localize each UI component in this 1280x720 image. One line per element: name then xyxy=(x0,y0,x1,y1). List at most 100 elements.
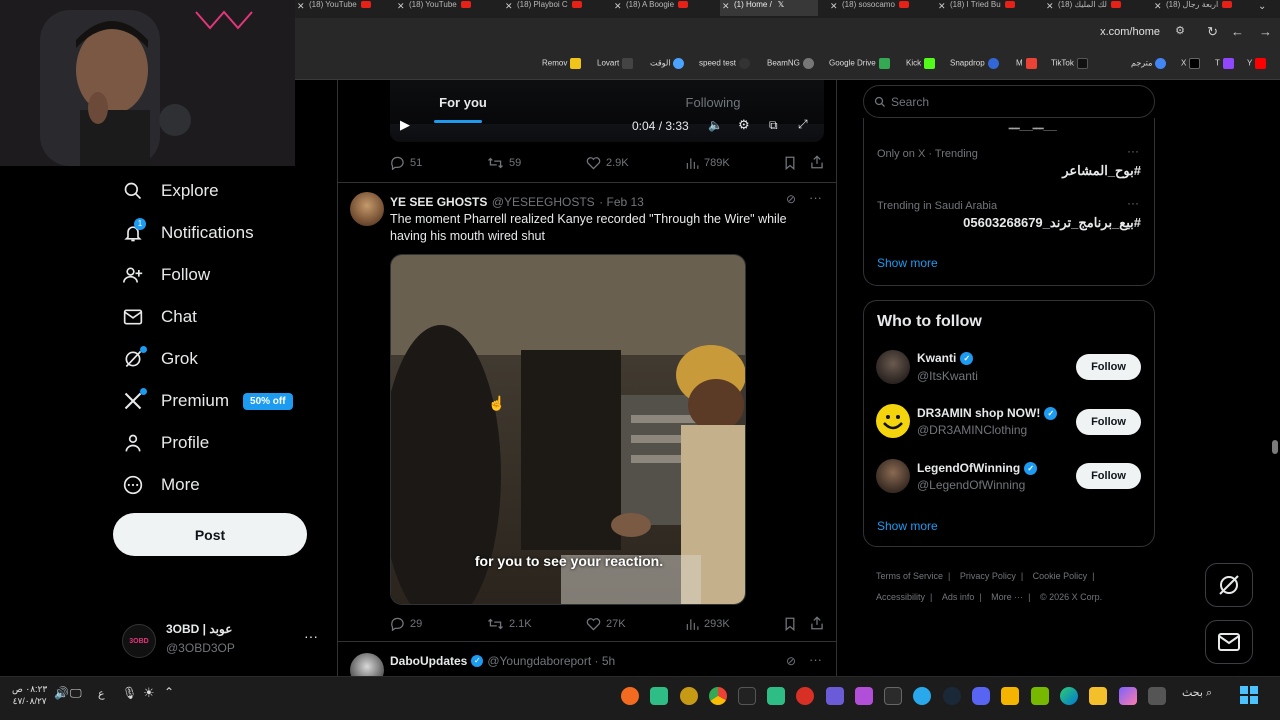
tweet-date[interactable]: Feb 13 xyxy=(606,195,643,209)
app-icon[interactable] xyxy=(855,687,873,705)
follow-button[interactable]: Follow xyxy=(1076,409,1141,435)
avatar[interactable] xyxy=(876,404,910,438)
show-more-link[interactable]: Show more xyxy=(877,256,938,270)
more-dots-icon[interactable]: ··· xyxy=(809,190,822,205)
app-icon[interactable] xyxy=(796,687,814,705)
telegram-icon[interactable] xyxy=(913,687,931,705)
more-dots-icon[interactable]: ··· xyxy=(1127,144,1139,158)
edge-icon[interactable] xyxy=(1060,687,1078,705)
url-text[interactable]: x.com/home xyxy=(1100,26,1160,38)
epic-games-icon[interactable] xyxy=(738,687,756,705)
bookmark-item[interactable]: TikTok xyxy=(1051,58,1088,69)
app-icon[interactable] xyxy=(650,687,668,705)
nav-profile[interactable]: Profile xyxy=(122,428,209,458)
capcut-icon[interactable] xyxy=(884,687,902,705)
avatar[interactable] xyxy=(876,459,910,493)
bookmark-icon[interactable] xyxy=(784,156,801,170)
app-icon[interactable] xyxy=(826,687,844,705)
author-name[interactable]: DaboUpdates xyxy=(390,654,467,668)
settings-gear-icon[interactable]: ⚙ xyxy=(738,117,750,133)
repost-action[interactable]: 2.1K xyxy=(487,617,532,631)
browser-tab[interactable]: ✕ (18) YouTube xyxy=(295,0,385,16)
grok-floating-button[interactable] xyxy=(1205,563,1253,607)
suggested-user-name[interactable]: DR3AMIN shop NOW! ✓ xyxy=(917,406,1058,420)
bookmark-item[interactable]: BeamNG xyxy=(767,58,814,69)
tweet-video[interactable]: for you to see your reaction. xyxy=(390,254,746,605)
store-icon[interactable] xyxy=(1001,687,1019,705)
nav-follow[interactable]: Follow xyxy=(122,260,210,290)
browser-tab[interactable]: ✕ (18) لك المليك xyxy=(1044,0,1142,16)
views-action[interactable]: 789K xyxy=(685,156,730,170)
play-icon[interactable]: ▶ xyxy=(400,117,410,133)
bookmark-item[interactable]: Lovart xyxy=(597,58,634,69)
like-action[interactable]: 27K xyxy=(586,617,626,631)
like-action[interactable]: 2.9K xyxy=(586,156,629,170)
footer-link-privacy[interactable]: Privacy Policy xyxy=(960,571,1016,581)
tweet-date[interactable]: 5h xyxy=(602,654,615,668)
nav-notifications[interactable]: 1 Notifications xyxy=(122,218,254,248)
tray-chevron-up-icon[interactable]: ⌃ xyxy=(164,685,174,699)
search-box[interactable]: Search xyxy=(863,85,1155,118)
close-icon[interactable]: ✕ xyxy=(830,1,838,12)
picture-in-picture-icon[interactable]: ⧉ xyxy=(769,118,778,133)
system-clock[interactable]: ٠٨:٢٣ ص ٤٧/٠٨/٢٧ xyxy=(12,683,47,707)
browser-tab[interactable]: ✕ (18) I Tried Bu xyxy=(936,0,1034,16)
task-view-icon[interactable] xyxy=(1148,687,1166,705)
follow-button[interactable]: Follow xyxy=(1076,354,1141,380)
author-handle[interactable]: @YESEEGHOSTS xyxy=(492,195,595,209)
browser-tab[interactable]: ✕ (18) Playboi C xyxy=(503,0,603,16)
language-indicator[interactable]: ع xyxy=(98,687,105,700)
taskbar-search[interactable]: بحث ⌕ xyxy=(1182,686,1212,700)
browser-tab[interactable]: ✕ (18) YouTube xyxy=(395,0,490,16)
reply-action[interactable]: 51 xyxy=(390,156,422,170)
back-arrow-icon[interactable]: ← xyxy=(1231,24,1244,39)
site-settings-icon[interactable]: ⚙ xyxy=(1175,24,1185,37)
bookmark-item[interactable]: مترجم xyxy=(1131,58,1167,69)
bookmark-item[interactable]: T xyxy=(1215,58,1234,69)
microphone-icon[interactable]: 🎙 xyxy=(122,686,137,700)
close-icon[interactable]: ✕ xyxy=(722,1,730,12)
volume-icon[interactable]: 🔊 xyxy=(54,686,69,700)
share-icon[interactable] xyxy=(810,155,829,169)
tab-list-chevron-icon[interactable]: ⌄ xyxy=(1258,1,1266,12)
network-icon[interactable]: 🖵 xyxy=(70,686,82,701)
follow-button[interactable]: Follow xyxy=(1076,463,1141,489)
grok-explain-icon[interactable]: ⊘ xyxy=(786,654,796,668)
trend-tag[interactable]: #بوح_المشاعر xyxy=(1062,163,1141,179)
more-dots-icon[interactable]: ··· xyxy=(304,628,318,644)
post-button[interactable]: Post xyxy=(113,513,307,556)
volume-icon[interactable]: 🔈 xyxy=(708,118,723,132)
footer-link-ads-info[interactable]: Ads info xyxy=(942,592,975,602)
tab-for-you[interactable]: For you xyxy=(338,80,588,124)
windows-start-icon[interactable] xyxy=(1240,686,1258,704)
copilot-icon[interactable] xyxy=(1119,687,1137,705)
nav-grok[interactable]: Grok xyxy=(122,344,198,374)
footer-link-accessibility[interactable]: Accessibility xyxy=(876,592,925,602)
grok-explain-icon[interactable]: ⊘ xyxy=(786,192,796,206)
close-icon[interactable]: ✕ xyxy=(938,1,946,12)
bookmark-item[interactable]: Y xyxy=(1247,58,1267,69)
bookmark-item[interactable]: M xyxy=(1016,58,1037,69)
close-icon[interactable]: ✕ xyxy=(614,1,622,12)
page-scrollbar-thumb[interactable] xyxy=(1272,440,1278,454)
nav-chat[interactable]: Chat xyxy=(122,302,197,332)
brightness-icon[interactable]: ☀ xyxy=(143,685,155,701)
share-icon[interactable] xyxy=(810,616,829,630)
messages-floating-button[interactable] xyxy=(1205,620,1253,664)
suggested-user-name[interactable]: Kwanti ✓ xyxy=(917,351,974,365)
fullscreen-icon[interactable]: ⤢ xyxy=(798,117,808,132)
author-name[interactable]: YE SEE GHOSTS xyxy=(390,195,487,209)
close-icon[interactable]: ✕ xyxy=(505,1,513,12)
chrome-icon[interactable] xyxy=(709,687,727,705)
app-icon[interactable] xyxy=(621,687,639,705)
bookmark-item[interactable]: Snapdrop xyxy=(950,58,999,69)
reply-action[interactable]: 29 xyxy=(390,617,422,631)
nav-more[interactable]: More xyxy=(122,470,200,500)
close-icon[interactable]: ✕ xyxy=(1046,1,1054,12)
browser-tab[interactable]: ✕ (18) A Boogie xyxy=(612,0,710,16)
suggested-user-name[interactable]: LegendOfWinning ✓ xyxy=(917,461,1038,475)
avatar[interactable] xyxy=(350,192,384,226)
app-icon[interactable] xyxy=(767,687,785,705)
steam-icon[interactable] xyxy=(943,687,961,705)
repost-action[interactable]: 59 xyxy=(487,156,521,170)
